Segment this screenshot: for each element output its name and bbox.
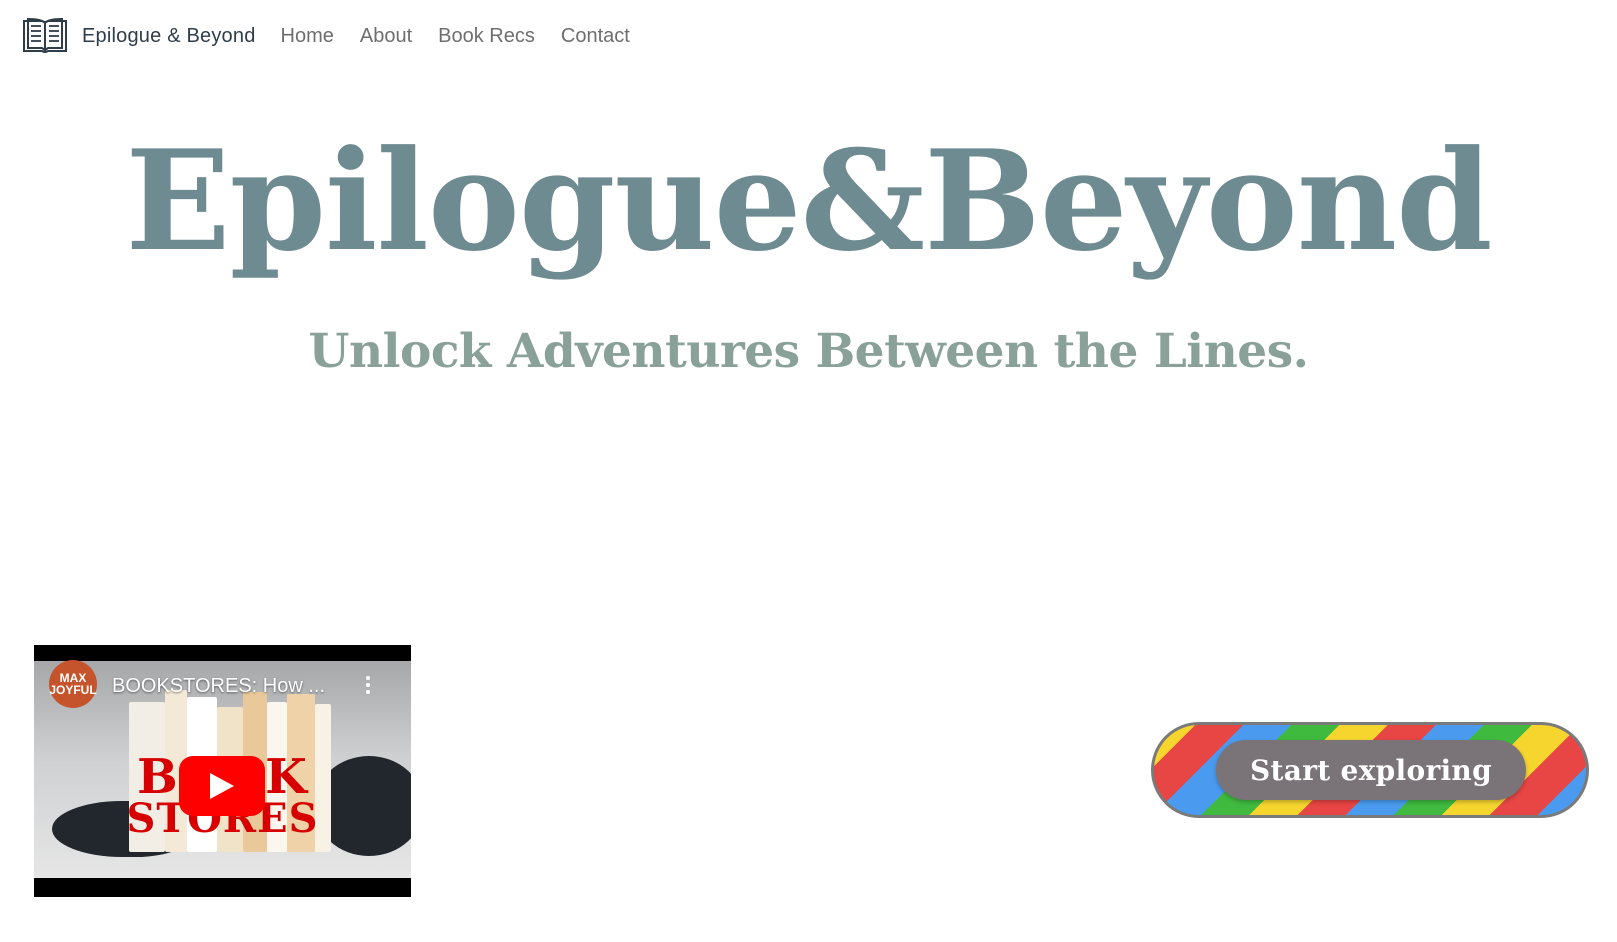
nav-links: Home About Book Recs Contact — [281, 25, 656, 48]
youtube-play-icon[interactable] — [179, 756, 265, 816]
brand-name: Epilogue & Beyond — [82, 24, 256, 47]
nav-link-home[interactable]: Home — [281, 25, 334, 48]
top-nav: Epilogue & Beyond Home About Book Recs C… — [22, 14, 656, 58]
youtube-embed[interactable]: BOOK STORES MAX JOYFUL BOOKSTORES: How .… — [34, 645, 411, 897]
nav-link-book-recs[interactable]: Book Recs — [438, 25, 535, 48]
hero-title: Epilogue&Beyond — [125, 119, 1492, 282]
nav-link-contact[interactable]: Contact — [561, 25, 630, 48]
hero-subtitle: Unlock Adventures Between the Lines. — [308, 324, 1309, 379]
video-title[interactable]: BOOKSTORES: How ... — [112, 675, 325, 698]
open-book-icon — [23, 17, 67, 53]
brand-link[interactable]: Epilogue & Beyond — [22, 17, 256, 55]
channel-avatar[interactable]: MAX JOYFUL — [49, 660, 97, 708]
start-exploring-button[interactable]: Start exploring — [1151, 722, 1589, 818]
nav-link-about[interactable]: About — [360, 25, 412, 48]
start-exploring-label: Start exploring — [1250, 753, 1492, 787]
more-vert-icon[interactable] — [364, 676, 372, 698]
start-exploring-pill[interactable]: Start exploring — [1216, 740, 1526, 800]
